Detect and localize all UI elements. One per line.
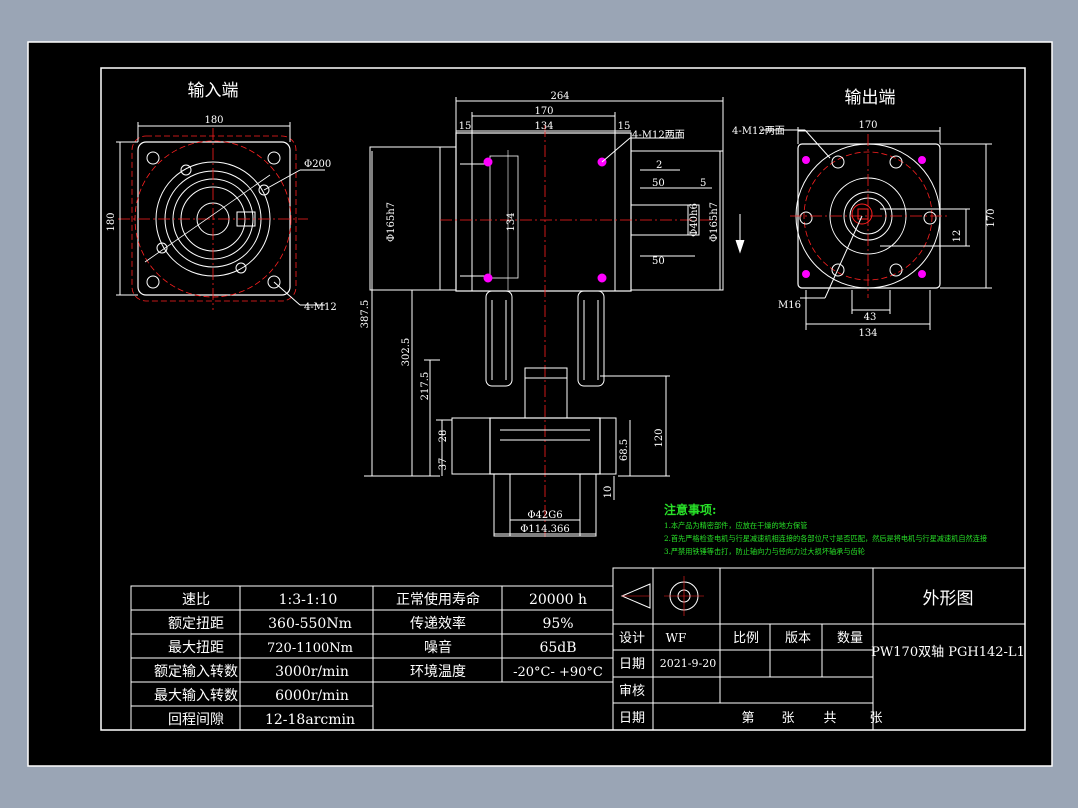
date2-label: 日期	[619, 711, 645, 726]
sheet-no-label: 第	[741, 711, 754, 726]
design-label: 设计	[619, 631, 645, 646]
dim-front-50-bottom: 50	[652, 256, 665, 267]
notes-item: 2.首先严格检查电机与行星减速机相连接的各部位尺寸是否匹配，然后是将电机与行星减…	[664, 534, 987, 543]
dim-front-37: 37	[438, 458, 449, 471]
input-end-label: 输入端	[188, 81, 239, 101]
spec-key: 正常使用寿命	[396, 591, 480, 608]
notes-title: 注意事项:	[664, 502, 716, 517]
spec-value: 20000 h	[529, 592, 587, 608]
dim-front-217: 217.5	[420, 372, 431, 401]
spec-value: 95%	[542, 616, 573, 632]
date-label: 日期	[619, 657, 645, 672]
dim-front-28: 28	[438, 430, 449, 443]
dim-front-2: 2	[656, 160, 662, 171]
dim-front-phi40: Φ40h6	[689, 203, 700, 237]
output-end-label: 输出端	[845, 88, 896, 108]
dim-front-phi114: Φ114.366	[520, 524, 570, 535]
spec-value: 720-1100Nm	[267, 641, 353, 656]
spec-value: 65dB	[539, 640, 576, 656]
drawing-model: PW170双轴 PGH142-L1	[871, 645, 1025, 660]
notes-item: 1.本产品为精密部件，应放在干燥的地方保管	[664, 521, 807, 530]
spec-key: 额定扭距	[168, 616, 224, 632]
dim-front-50-top: 50	[652, 178, 665, 189]
spec-key: 最大输入转数	[154, 688, 238, 704]
dim-input-phi200: Φ200	[304, 159, 331, 170]
dim-output-m16: M16	[778, 300, 801, 311]
spec-value: 6000r/min	[275, 688, 349, 704]
dim-front-5: 5	[700, 178, 706, 189]
version-label: 版本	[785, 631, 811, 646]
dim-front-68: 68.5	[619, 439, 630, 461]
dim-front-phi165-left: Φ165h7	[386, 202, 397, 242]
sheet-unit-label: 张	[781, 711, 794, 726]
notes-item: 3.严禁用铁锤等击打，防止轴向力与径向力过大损坏轴承与齿轮	[664, 547, 865, 556]
dim-front-387: 387.5	[360, 300, 371, 329]
spec-value: 12-18arcmin	[265, 712, 355, 728]
dim-front-170: 170	[534, 106, 553, 117]
qty-label: 数量	[837, 631, 863, 646]
dim-output-12: 12	[952, 230, 963, 243]
dim-input-4m12: 4-M12	[304, 302, 337, 313]
dim-input-180-top: 180	[204, 115, 223, 126]
design-date: 2021-9-20	[660, 657, 716, 670]
spec-value: 360-550Nm	[268, 616, 352, 632]
dim-output-170-side: 170	[986, 208, 997, 227]
dim-input-180-side: 180	[106, 212, 117, 231]
dim-front-phi42: Φ42G6	[527, 510, 562, 521]
sheet-unit2-label: 张	[869, 711, 882, 726]
dim-output-134: 134	[858, 328, 877, 339]
spec-key: 额定输入转数	[154, 664, 238, 680]
review-label: 审核	[619, 684, 645, 699]
dim-front-4m12: 4-M12两面	[632, 130, 685, 141]
spec-value: -20°C- +90°C	[513, 665, 603, 680]
designer-name: WF	[666, 631, 687, 645]
dim-front-264: 264	[550, 91, 569, 102]
spec-key: 速比	[182, 592, 210, 608]
dim-front-15-right: 15	[618, 121, 631, 132]
dim-front-302: 302.5	[401, 338, 412, 367]
spec-value: 1:3-1:10	[279, 592, 338, 608]
dim-output-43: 43	[864, 312, 877, 323]
dim-output-170-top: 170	[858, 120, 877, 131]
dim-output-4m12: 4-M12两面	[732, 126, 785, 137]
sheet-total-label: 共	[823, 711, 836, 726]
spec-key: 噪音	[424, 639, 452, 656]
dim-front-134: 134	[534, 121, 553, 132]
dim-front-phi165-right: Φ165h7	[709, 202, 720, 242]
spec-key: 传递效率	[410, 615, 466, 632]
spec-key: 回程间隙	[168, 712, 224, 728]
dim-front-134-v: 134	[506, 212, 517, 231]
drawing-name: 外形图	[923, 589, 974, 609]
dim-front-15-left: 15	[459, 121, 472, 132]
dim-front-120: 120	[654, 428, 665, 447]
spec-key: 最大扭距	[168, 640, 224, 656]
spec-key: 环境温度	[410, 664, 466, 680]
dim-front-10: 10	[603, 486, 614, 499]
spec-value: 3000r/min	[275, 664, 349, 680]
scale-label: 比例	[733, 631, 759, 646]
drawing-sheet: 输入端 180 180 Φ200 4-M12 264 170 134 15 15…	[27, 41, 1053, 767]
